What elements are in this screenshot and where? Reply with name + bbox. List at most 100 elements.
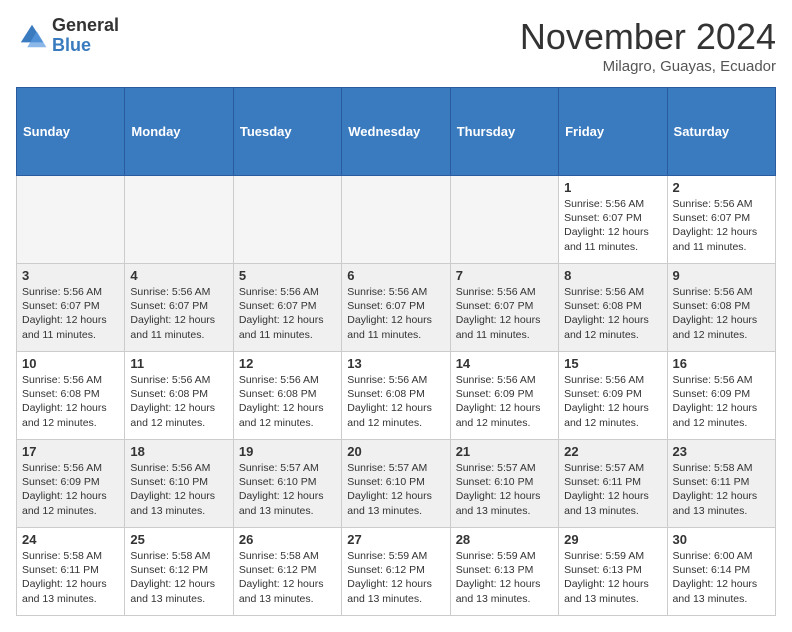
calendar-week-row: 10 Sunrise: 5:56 AM Sunset: 6:08 PM Dayli… [17, 352, 776, 440]
weekday-header: Wednesday [342, 88, 450, 176]
calendar-day-cell: 27 Sunrise: 5:59 AM Sunset: 6:12 PM Dayli… [342, 528, 450, 616]
day-info: Sunrise: 5:56 AM Sunset: 6:08 PM Dayligh… [347, 373, 444, 430]
calendar-day-cell: 12Sunrise: 5:56 AM Sunset: 6:08 PM Dayli… [233, 352, 341, 440]
calendar-day-cell: 24Sunrise: 5:58 AM Sunset: 6:11 PM Dayli… [17, 528, 125, 616]
calendar-day-cell [233, 176, 341, 264]
day-number: 6 [347, 268, 444, 283]
day-number: 5 [239, 268, 336, 283]
day-number: 11 [130, 356, 227, 371]
day-info: Sunrise: 5:59 AM Sunset: 6:13 PM Dayligh… [564, 549, 661, 606]
calendar-day-cell: 5 Sunrise: 5:56 AM Sunset: 6:07 PM Daylig… [233, 264, 341, 352]
day-info: Sunrise: 5:58 AM Sunset: 6:11 PM Dayligh… [22, 549, 119, 606]
weekday-header: Thursday [450, 88, 558, 176]
calendar-day-cell: 22 Sunrise: 5:57 AM Sunset: 6:11 PM Dayli… [559, 440, 667, 528]
calendar-day-cell: 18Sunrise: 5:56 AM Sunset: 6:10 PM Dayli… [125, 440, 233, 528]
weekday-header: Monday [125, 88, 233, 176]
calendar-day-cell: 30Sunrise: 6:00 AM Sunset: 6:14 PM Dayli… [667, 528, 775, 616]
logo: General Blue [16, 16, 119, 56]
day-number: 16 [673, 356, 770, 371]
day-info: Sunrise: 5:57 AM Sunset: 6:10 PM Dayligh… [456, 461, 553, 518]
day-info: Sunrise: 5:59 AM Sunset: 6:13 PM Dayligh… [456, 549, 553, 606]
location-text: Milagro, Guayas, Ecuador [520, 58, 776, 75]
day-info: Sunrise: 5:57 AM Sunset: 6:10 PM Dayligh… [239, 461, 336, 518]
day-info: Sunrise: 5:56 AM Sunset: 6:08 PM Dayligh… [564, 285, 661, 342]
calendar-day-cell: 10Sunrise: 5:56 AM Sunset: 6:08 PM Dayli… [17, 352, 125, 440]
calendar-day-cell: 11 Sunrise: 5:56 AM Sunset: 6:08 PM Dayli… [125, 352, 233, 440]
calendar-day-cell: 25 Sunrise: 5:58 AM Sunset: 6:12 PM Dayli… [125, 528, 233, 616]
calendar-day-cell: 15 Sunrise: 5:56 AM Sunset: 6:09 PM Dayli… [559, 352, 667, 440]
calendar-day-cell: 8 Sunrise: 5:56 AM Sunset: 6:08 PM Daylig… [559, 264, 667, 352]
day-info: Sunrise: 5:56 AM Sunset: 6:08 PM Dayligh… [130, 373, 227, 430]
calendar-week-row: 3 Sunrise: 5:56 AM Sunset: 6:07 PM Daylig… [17, 264, 776, 352]
day-number: 9 [673, 268, 770, 283]
day-number: 15 [564, 356, 661, 371]
day-number: 4 [130, 268, 227, 283]
day-number: 26 [239, 532, 336, 547]
calendar-day-cell: 29 Sunrise: 5:59 AM Sunset: 6:13 PM Dayli… [559, 528, 667, 616]
day-number: 12 [239, 356, 336, 371]
day-info: Sunrise: 5:56 AM Sunset: 6:07 PM Dayligh… [347, 285, 444, 342]
day-number: 25 [130, 532, 227, 547]
calendar-day-cell: 6 Sunrise: 5:56 AM Sunset: 6:07 PM Daylig… [342, 264, 450, 352]
day-number: 3 [22, 268, 119, 283]
day-info: Sunrise: 5:56 AM Sunset: 6:07 PM Dayligh… [673, 197, 770, 254]
day-info: Sunrise: 5:58 AM Sunset: 6:11 PM Dayligh… [673, 461, 770, 518]
weekday-header: Tuesday [233, 88, 341, 176]
day-number: 14 [456, 356, 553, 371]
day-info: Sunrise: 5:58 AM Sunset: 6:12 PM Dayligh… [130, 549, 227, 606]
calendar-day-cell: 3Sunrise: 5:56 AM Sunset: 6:07 PM Daylig… [17, 264, 125, 352]
day-info: Sunrise: 5:56 AM Sunset: 6:09 PM Dayligh… [22, 461, 119, 518]
logo-text: General Blue [52, 16, 119, 56]
calendar-header-row: SundayMondayTuesdayWednesdayThursdayFrid… [17, 88, 776, 176]
calendar-day-cell: 4 Sunrise: 5:56 AM Sunset: 6:07 PM Daylig… [125, 264, 233, 352]
calendar-day-cell: 21 Sunrise: 5:57 AM Sunset: 6:10 PM Dayli… [450, 440, 558, 528]
calendar-day-cell: 23 Sunrise: 5:58 AM Sunset: 6:11 PM Dayli… [667, 440, 775, 528]
calendar-table: SundayMondayTuesdayWednesdayThursdayFrid… [16, 87, 776, 616]
day-number: 19 [239, 444, 336, 459]
day-number: 30 [673, 532, 770, 547]
day-number: 20 [347, 444, 444, 459]
day-number: 23 [673, 444, 770, 459]
calendar-day-cell: 17Sunrise: 5:56 AM Sunset: 6:09 PM Dayli… [17, 440, 125, 528]
day-number: 2 [673, 180, 770, 195]
calendar-day-cell: 14 Sunrise: 5:56 AM Sunset: 6:09 PM Dayli… [450, 352, 558, 440]
calendar-day-cell: 16Sunrise: 5:56 AM Sunset: 6:09 PM Dayli… [667, 352, 775, 440]
calendar-day-cell: 9 Sunrise: 5:56 AM Sunset: 6:08 PM Daylig… [667, 264, 775, 352]
day-number: 10 [22, 356, 119, 371]
day-info: Sunrise: 5:56 AM Sunset: 6:10 PM Dayligh… [130, 461, 227, 518]
logo-general-text: General [52, 16, 119, 36]
day-info: Sunrise: 5:56 AM Sunset: 6:08 PM Dayligh… [673, 285, 770, 342]
weekday-header: Sunday [17, 88, 125, 176]
title-block: November 2024 Milagro, Guayas, Ecuador [520, 16, 776, 75]
day-number: 27 [347, 532, 444, 547]
calendar-day-cell: 7Sunrise: 5:56 AM Sunset: 6:07 PM Daylig… [450, 264, 558, 352]
month-title: November 2024 [520, 16, 776, 58]
day-info: Sunrise: 5:56 AM Sunset: 6:07 PM Dayligh… [564, 197, 661, 254]
day-info: Sunrise: 5:57 AM Sunset: 6:10 PM Dayligh… [347, 461, 444, 518]
calendar-day-cell: 1 Sunrise: 5:56 AM Sunset: 6:07 PM Daylig… [559, 176, 667, 264]
day-info: Sunrise: 5:56 AM Sunset: 6:07 PM Dayligh… [130, 285, 227, 342]
calendar-day-cell [342, 176, 450, 264]
logo-blue-text: Blue [52, 36, 119, 56]
weekday-header: Friday [559, 88, 667, 176]
calendar-day-cell: 26 Sunrise: 5:58 AM Sunset: 6:12 PM Dayli… [233, 528, 341, 616]
day-info: Sunrise: 5:56 AM Sunset: 6:07 PM Dayligh… [239, 285, 336, 342]
day-info: Sunrise: 5:56 AM Sunset: 6:09 PM Dayligh… [456, 373, 553, 430]
weekday-header: Saturday [667, 88, 775, 176]
day-number: 8 [564, 268, 661, 283]
day-info: Sunrise: 5:56 AM Sunset: 6:09 PM Dayligh… [564, 373, 661, 430]
calendar-week-row: 1 Sunrise: 5:56 AM Sunset: 6:07 PM Daylig… [17, 176, 776, 264]
day-number: 13 [347, 356, 444, 371]
calendar-week-row: 24Sunrise: 5:58 AM Sunset: 6:11 PM Dayli… [17, 528, 776, 616]
calendar-week-row: 17Sunrise: 5:56 AM Sunset: 6:09 PM Dayli… [17, 440, 776, 528]
calendar-day-cell: 20 Sunrise: 5:57 AM Sunset: 6:10 PM Dayli… [342, 440, 450, 528]
day-number: 29 [564, 532, 661, 547]
day-info: Sunrise: 5:59 AM Sunset: 6:12 PM Dayligh… [347, 549, 444, 606]
day-number: 22 [564, 444, 661, 459]
calendar-day-cell: 28Sunrise: 5:59 AM Sunset: 6:13 PM Dayli… [450, 528, 558, 616]
page-header: General Blue November 2024 Milagro, Guay… [16, 16, 776, 75]
day-info: Sunrise: 5:57 AM Sunset: 6:11 PM Dayligh… [564, 461, 661, 518]
day-number: 21 [456, 444, 553, 459]
day-info: Sunrise: 5:58 AM Sunset: 6:12 PM Dayligh… [239, 549, 336, 606]
day-number: 1 [564, 180, 661, 195]
